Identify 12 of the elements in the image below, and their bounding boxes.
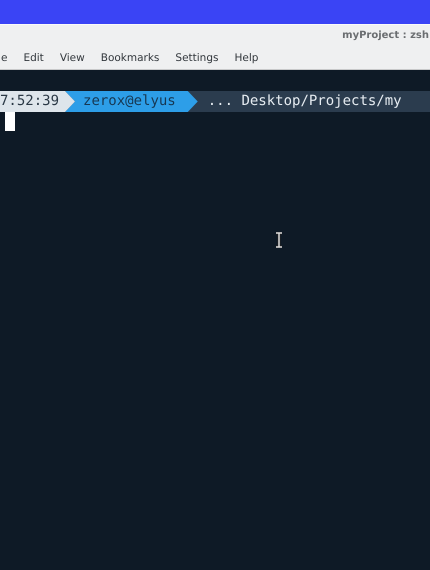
text-cursor (5, 112, 15, 131)
menu-item[interactable]: View (52, 52, 93, 64)
prompt-path: ... Desktop/Projects/my (188, 91, 430, 112)
menu-item[interactable]: Help (226, 52, 266, 64)
prompt-user-host: zerox@elyus (65, 91, 198, 112)
menu-item[interactable]: Edit (15, 52, 52, 64)
prompt-time: 7:52:39 (0, 91, 76, 112)
menu-item[interactable]: Settings (167, 52, 226, 64)
menu-item[interactable]: Bookmarks (92, 52, 168, 64)
window-title: myProject : zsh (342, 30, 429, 41)
menu-item[interactable]: e (0, 52, 16, 64)
i-beam-pointer-icon (275, 232, 283, 248)
